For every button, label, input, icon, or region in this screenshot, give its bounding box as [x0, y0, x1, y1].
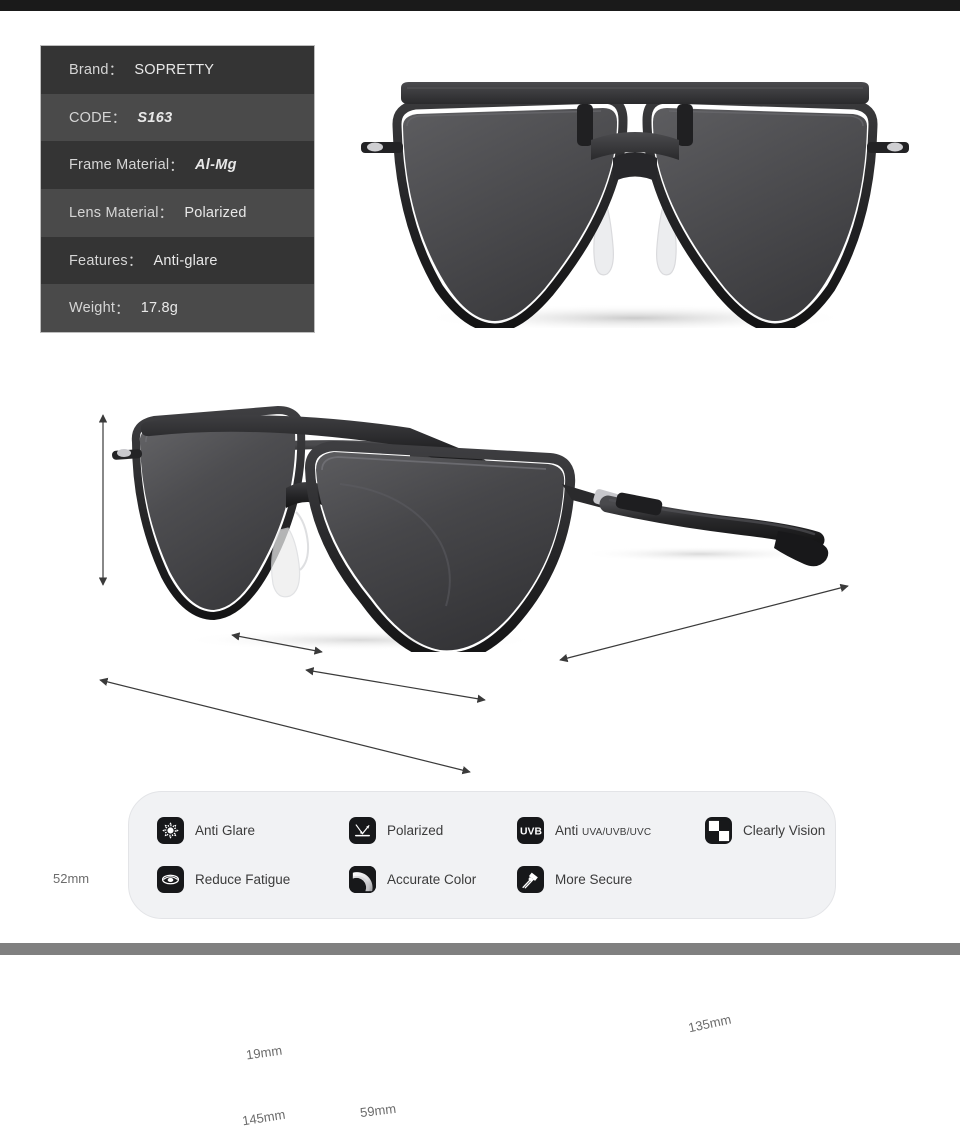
feature-label: Anti Glare — [195, 823, 256, 838]
dimension-label-bridge-width: 19mm — [245, 1042, 283, 1063]
feature-anti-uv: UVB Anti UVA/UVB/UVC — [517, 806, 705, 855]
spec-value: SOPRETTY — [134, 61, 215, 78]
spec-row: Brand： SOPRETTY — [41, 46, 314, 94]
spec-label: Features — [69, 252, 128, 269]
top-accent-bar — [0, 0, 960, 11]
feature-clearly-vision: Clearly Vision — [705, 806, 865, 855]
spec-label: CODE — [69, 109, 112, 126]
spec-label: Lens Material — [69, 204, 159, 221]
feature-more-secure: More Secure — [517, 855, 705, 904]
product-front-view — [345, 78, 925, 333]
uvb-badge-icon: UVB — [517, 817, 544, 844]
feature-accurate-color: Accurate Color — [349, 855, 517, 904]
feature-label: Reduce Fatigue — [195, 872, 291, 887]
spec-colon: ： — [115, 301, 130, 318]
hammer-icon — [517, 866, 544, 893]
feature-label: Anti UVA/UVB/UVC — [555, 823, 651, 838]
feature-label-text: Anti — [555, 823, 579, 838]
svg-text:UVB: UVB — [520, 827, 542, 838]
spec-label: Weight — [69, 300, 116, 317]
spec-value: 17.8g — [140, 300, 179, 317]
eye-icon — [157, 866, 184, 893]
specification-table: Brand： SOPRETTY CODE： S163 Frame Material：… — [40, 45, 315, 334]
spec-label: Frame Material — [69, 157, 170, 174]
dimension-label-temple-length: 135mm — [686, 1011, 733, 1036]
spec-colon: ： — [169, 158, 184, 175]
features-panel: Anti Glare Polarized UVB Anti UVA/UVB/UV… — [128, 791, 836, 919]
spec-row: Lens Material： Polarized — [41, 189, 314, 237]
spec-row: Frame Material： Al-Mg — [41, 141, 314, 190]
spec-colon: ： — [111, 111, 127, 128]
sun-icon — [157, 817, 184, 844]
product-angled-view — [110, 392, 840, 663]
feature-label: Accurate Color — [387, 872, 477, 887]
feature-label: More Secure — [555, 872, 633, 887]
spec-row: CODE： S163 — [41, 93, 314, 142]
spec-label: Brand — [69, 61, 109, 78]
sunglasses-angled-svg — [112, 406, 829, 663]
dimension-label-lens-width: 59mm — [359, 1100, 397, 1121]
feature-label-suffix: UVA/UVB/UVC — [582, 827, 652, 838]
dimension-label-frame-width: 145mm — [241, 1106, 287, 1128]
feature-label: Polarized — [387, 823, 444, 838]
spec-colon: ： — [127, 254, 143, 271]
spec-colon: ： — [108, 63, 124, 80]
features-grid: Anti Glare Polarized UVB Anti UVA/UVB/UV… — [129, 792, 835, 918]
feature-polarized: Polarized — [349, 806, 517, 855]
bottom-accent-bar — [0, 943, 960, 955]
dimension-label-lens-height: 52mm — [53, 871, 90, 886]
spec-value: Anti-glare — [153, 252, 218, 269]
spec-value: S163 — [137, 109, 173, 126]
spec-colon: ： — [158, 206, 174, 223]
spec-value: Polarized — [184, 204, 247, 221]
spec-row: Features： Anti-glare — [41, 236, 314, 285]
spec-row: Weight： 17.8g — [41, 284, 314, 333]
color-arc-icon — [349, 866, 376, 893]
sunglasses-front-svg — [361, 82, 909, 333]
feature-reduce-fatigue: Reduce Fatigue — [157, 855, 349, 904]
feature-label: Clearly Vision — [743, 823, 826, 838]
feature-anti-glare: Anti Glare — [157, 806, 349, 855]
light-ray-icon — [349, 817, 376, 844]
spec-value: Al-Mg — [195, 157, 237, 174]
checkerboard-icon — [705, 817, 732, 844]
